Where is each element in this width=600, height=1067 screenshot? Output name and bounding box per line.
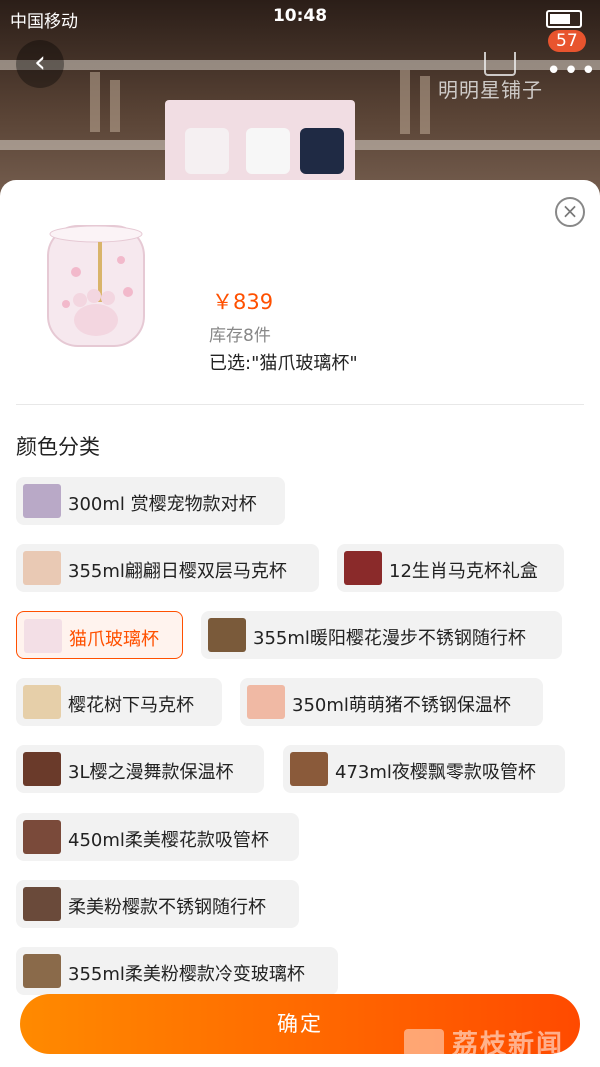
selected-variant: 已选:"猫爪玻璃杯"	[209, 353, 358, 374]
option-label: 473ml夜樱飘零款吸管杯	[335, 762, 536, 783]
option-label: 355ml翩翩日樱双层马克杯	[68, 561, 287, 582]
close-button[interactable]: ×	[555, 197, 585, 227]
clock: 10:48	[272, 6, 328, 26]
option-thumbnail	[290, 752, 328, 786]
option-7[interactable]: 3L樱之漫舞款保温杯	[16, 745, 264, 793]
option-label: 12生肖马克杯礼盒	[389, 561, 538, 582]
option-thumbnail	[23, 820, 61, 854]
shop-name: 明明星铺子	[438, 78, 543, 102]
option-thumbnail	[247, 685, 285, 719]
status-bar: 中国移动 10:48	[0, 0, 600, 34]
more-icon[interactable]: •••	[546, 56, 598, 86]
product-image	[36, 212, 186, 360]
option-thumbnail	[24, 619, 62, 653]
option-thumbnail	[344, 551, 382, 585]
option-thumbnail	[23, 954, 61, 988]
divider	[16, 404, 584, 405]
option-thumbnail	[23, 685, 61, 719]
option-0[interactable]: 300ml 赏樱宠物款对杯	[16, 477, 285, 525]
section-title-color: 颜色分类	[16, 435, 100, 459]
option-label: 3L樱之漫舞款保温杯	[68, 762, 234, 783]
option-label: 350ml萌萌猪不锈钢保温杯	[292, 695, 511, 716]
option-11[interactable]: 355ml柔美粉樱款冷变玻璃杯	[16, 947, 338, 995]
option-5[interactable]: 樱花树下马克杯	[16, 678, 222, 726]
option-thumbnail	[23, 752, 61, 786]
product-price: ￥839	[212, 290, 274, 314]
option-8[interactable]: 473ml夜樱飘零款吸管杯	[283, 745, 565, 793]
option-1[interactable]: 355ml翩翩日樱双层马克杯	[16, 544, 319, 592]
option-label: 450ml柔美樱花款吸管杯	[68, 830, 269, 851]
cart-badge: 57	[548, 30, 586, 52]
option-label: 柔美粉樱款不锈钢随行杯	[68, 897, 266, 918]
option-10[interactable]: 柔美粉樱款不锈钢随行杯	[16, 880, 299, 928]
watermark-text: 荔枝新闻	[452, 1030, 565, 1060]
option-label: 猫爪玻璃杯	[69, 629, 159, 650]
stock-count: 库存8件	[209, 326, 271, 346]
option-label: 355ml柔美粉樱款冷变玻璃杯	[68, 964, 305, 985]
option-label: 355ml暖阳樱花漫步不锈钢随行杯	[253, 628, 526, 649]
option-label: 300ml 赏樱宠物款对杯	[68, 494, 257, 515]
news-logo-icon	[404, 1028, 444, 1063]
option-thumbnail	[23, 484, 61, 518]
option-6[interactable]: 350ml萌萌猪不锈钢保温杯	[240, 678, 543, 726]
option-thumbnail	[23, 887, 61, 921]
back-button[interactable]: ‹	[16, 40, 64, 88]
option-thumbnail	[208, 618, 246, 652]
option-2[interactable]: 12生肖马克杯礼盒	[337, 544, 564, 592]
option-3[interactable]: 猫爪玻璃杯	[16, 611, 183, 659]
option-9[interactable]: 450ml柔美樱花款吸管杯	[16, 813, 299, 861]
close-icon: ×	[561, 199, 579, 223]
chevron-left-icon: ‹	[34, 45, 46, 80]
watermark: 荔枝新闻	[404, 1024, 564, 1063]
option-4[interactable]: 355ml暖阳樱花漫步不锈钢随行杯	[201, 611, 562, 659]
battery-icon	[546, 10, 582, 28]
option-thumbnail	[23, 551, 61, 585]
cart-icon[interactable]	[484, 52, 516, 76]
option-label: 樱花树下马克杯	[68, 695, 194, 716]
